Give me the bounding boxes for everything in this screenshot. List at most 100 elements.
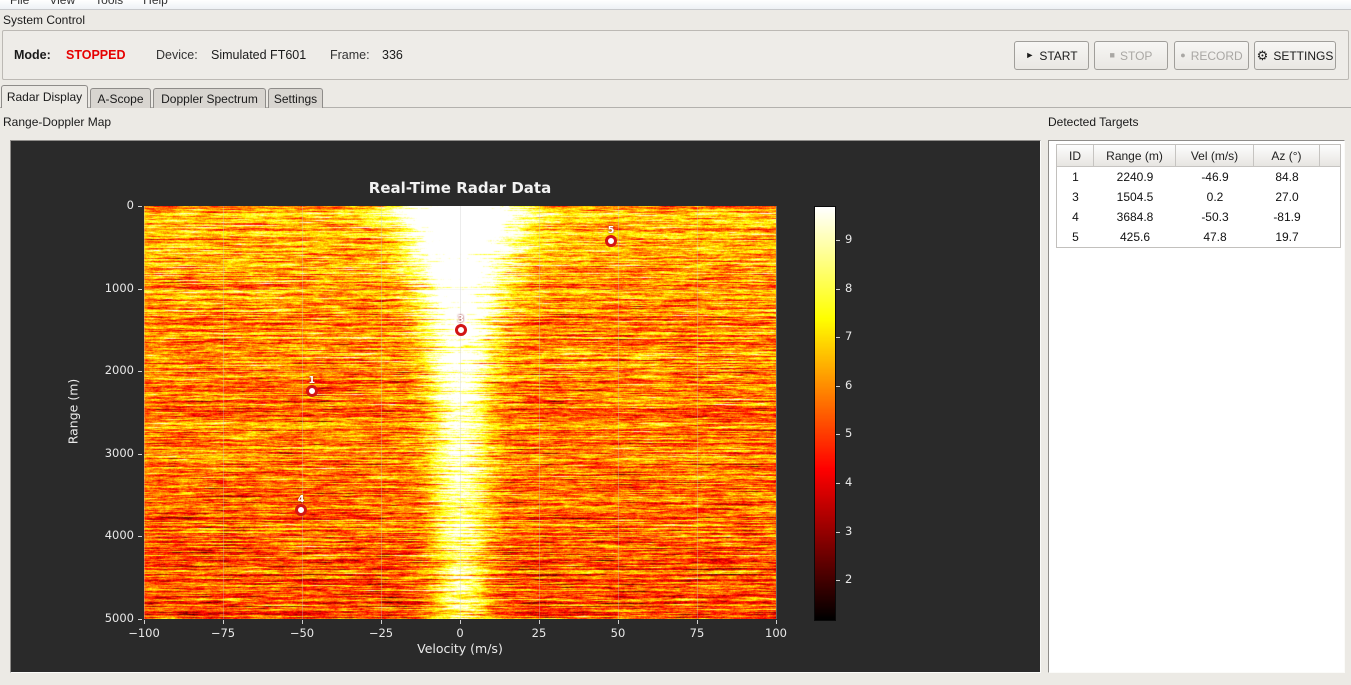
x-tick-mark [539, 620, 540, 624]
colorbar-tick-mark [836, 240, 840, 241]
y-tick-mark [138, 453, 142, 455]
detected-targets-title: Detected Targets [1048, 115, 1139, 129]
settings-button-label: SETTINGS [1273, 48, 1334, 63]
device-value: Simulated FT601 [211, 48, 307, 62]
x-tick-label: 100 [765, 626, 787, 640]
cell: -50.3 [1201, 210, 1229, 224]
gridline-horizontal [144, 288, 776, 290]
y-tick-mark [138, 371, 142, 373]
colorbar-tick-label: 8 [845, 280, 853, 295]
x-tick-label: −100 [128, 626, 160, 640]
x-tick-mark [144, 620, 145, 624]
mode-value: STOPPED [66, 48, 126, 62]
colorbar-tick-label: 4 [845, 474, 853, 489]
tab-a-scope[interactable]: A-Scope [90, 88, 151, 108]
y-tick-label: 1000 [104, 280, 134, 295]
menu-view[interactable]: View [39, 0, 85, 8]
cell: 0.2 [1206, 190, 1224, 204]
target-marker-label-4: 4 [297, 494, 305, 506]
cell: 19.7 [1275, 230, 1299, 244]
start-button-label: START [1039, 48, 1078, 63]
target-marker-label-1: 1 [308, 375, 316, 387]
cell: 3684.8 [1116, 210, 1154, 224]
table-row[interactable]: 4 3684.8 -50.3 -81.9 [1057, 207, 1340, 227]
x-tick-mark [776, 620, 777, 624]
x-tick-label: −50 [289, 626, 315, 640]
colorbar [814, 206, 836, 621]
gridline-vertical [223, 206, 224, 619]
column-header-velms[interactable]: Vel (m/s) [1176, 145, 1254, 167]
x-tick-label: −25 [368, 626, 394, 640]
gridline-vertical [776, 206, 777, 619]
gridline-vertical [697, 206, 698, 619]
gridline-vertical [460, 206, 461, 619]
table-row[interactable]: 5 425.6 47.8 19.7 [1057, 227, 1340, 247]
gridline-vertical [539, 206, 540, 619]
stop-button: ■ STOP [1094, 41, 1168, 70]
y-tick-mark [138, 206, 142, 207]
colorbar-tick-mark [836, 337, 840, 339]
x-tick-mark [460, 620, 461, 624]
x-tick-label: 25 [531, 626, 547, 640]
colorbar-tick-mark [836, 385, 840, 387]
stop-button-label: STOP [1119, 48, 1153, 63]
y-tick-mark [138, 619, 142, 620]
gridline-vertical [618, 206, 619, 619]
record-icon: ● [1180, 50, 1186, 60]
x-tick-mark [697, 620, 698, 624]
record-button: ● RECORD [1174, 41, 1249, 70]
x-axis-label: Velocity (m/s) [417, 641, 503, 656]
detected-targets-panel: ID Range (m) Vel (m/s) Az (°) 1 2240.9 -46.9 84… [1048, 140, 1345, 673]
cell: 27.0 [1275, 190, 1299, 204]
settings-button[interactable]: ⚙ SETTINGS [1254, 41, 1336, 70]
range-doppler-plot-panel: Real-Time Radar Data Velocity (m/s) Rang… [10, 140, 1041, 673]
play-icon: ► [1025, 50, 1035, 60]
cell: -81.9 [1273, 210, 1301, 224]
system-control-title: System Control [3, 13, 86, 27]
column-header-stub [1320, 145, 1340, 167]
colorbar-tick-label: 5 [845, 426, 853, 441]
colorbar-tick-label: 3 [845, 523, 853, 538]
y-axis-label: Range (m) [65, 378, 81, 445]
target-marker-label-5: 5 [607, 225, 615, 237]
menu-file[interactable]: File [0, 0, 39, 8]
target-marker-4 [295, 504, 308, 517]
cell: 425.6 [1119, 230, 1151, 244]
targets-table: ID Range (m) Vel (m/s) Az (°) 1 2240.9 -46.9 84… [1056, 144, 1341, 248]
y-tick-label: 0 [126, 198, 134, 212]
tab-settings[interactable]: Settings [268, 88, 323, 108]
y-tick-mark [138, 536, 142, 538]
tab-doppler-spectrum[interactable]: Doppler Spectrum [153, 88, 266, 108]
gridline-vertical [302, 206, 303, 619]
cell: 3 [1072, 190, 1079, 204]
gridline-horizontal [144, 453, 776, 455]
colorbar-tick-label: 2 [845, 572, 853, 587]
tab-radar-display[interactable]: Radar Display [1, 85, 88, 108]
y-tick-label: 5000 [104, 611, 134, 625]
cell: 84.8 [1275, 170, 1299, 184]
menu-tools[interactable]: Tools [85, 0, 133, 8]
target-marker-label-3: 3 [457, 314, 464, 326]
menu-help[interactable]: Help [133, 0, 178, 8]
cell: 1504.5 [1116, 190, 1154, 204]
gear-icon: ⚙ [1256, 48, 1269, 63]
start-button[interactable]: ► START [1014, 41, 1089, 70]
x-tick-label: 75 [689, 626, 705, 640]
x-tick-mark [223, 620, 224, 624]
column-header-az[interactable]: Az (°) [1254, 145, 1320, 167]
table-header-row: ID Range (m) Vel (m/s) Az (°) [1057, 145, 1340, 167]
column-header-id[interactable]: ID [1057, 145, 1094, 167]
table-row[interactable]: 3 1504.5 0.2 27.0 [1057, 187, 1340, 207]
x-tick-label: 0 [456, 626, 464, 640]
colorbar-tick-mark [836, 531, 840, 533]
column-header-rangem[interactable]: Range (m) [1094, 145, 1176, 167]
colorbar-tick-mark [836, 482, 840, 484]
y-tick-mark [138, 288, 142, 290]
table-row[interactable]: 1 2240.9 -46.9 84.8 [1057, 167, 1340, 187]
stop-icon: ■ [1109, 50, 1115, 60]
cell: 47.8 [1203, 230, 1227, 244]
menu-bar: File View Tools Help [0, 0, 1351, 10]
target-marker-3 [454, 324, 467, 337]
colorbar-tick-label: 7 [845, 329, 853, 344]
gridline-vertical [381, 206, 382, 619]
